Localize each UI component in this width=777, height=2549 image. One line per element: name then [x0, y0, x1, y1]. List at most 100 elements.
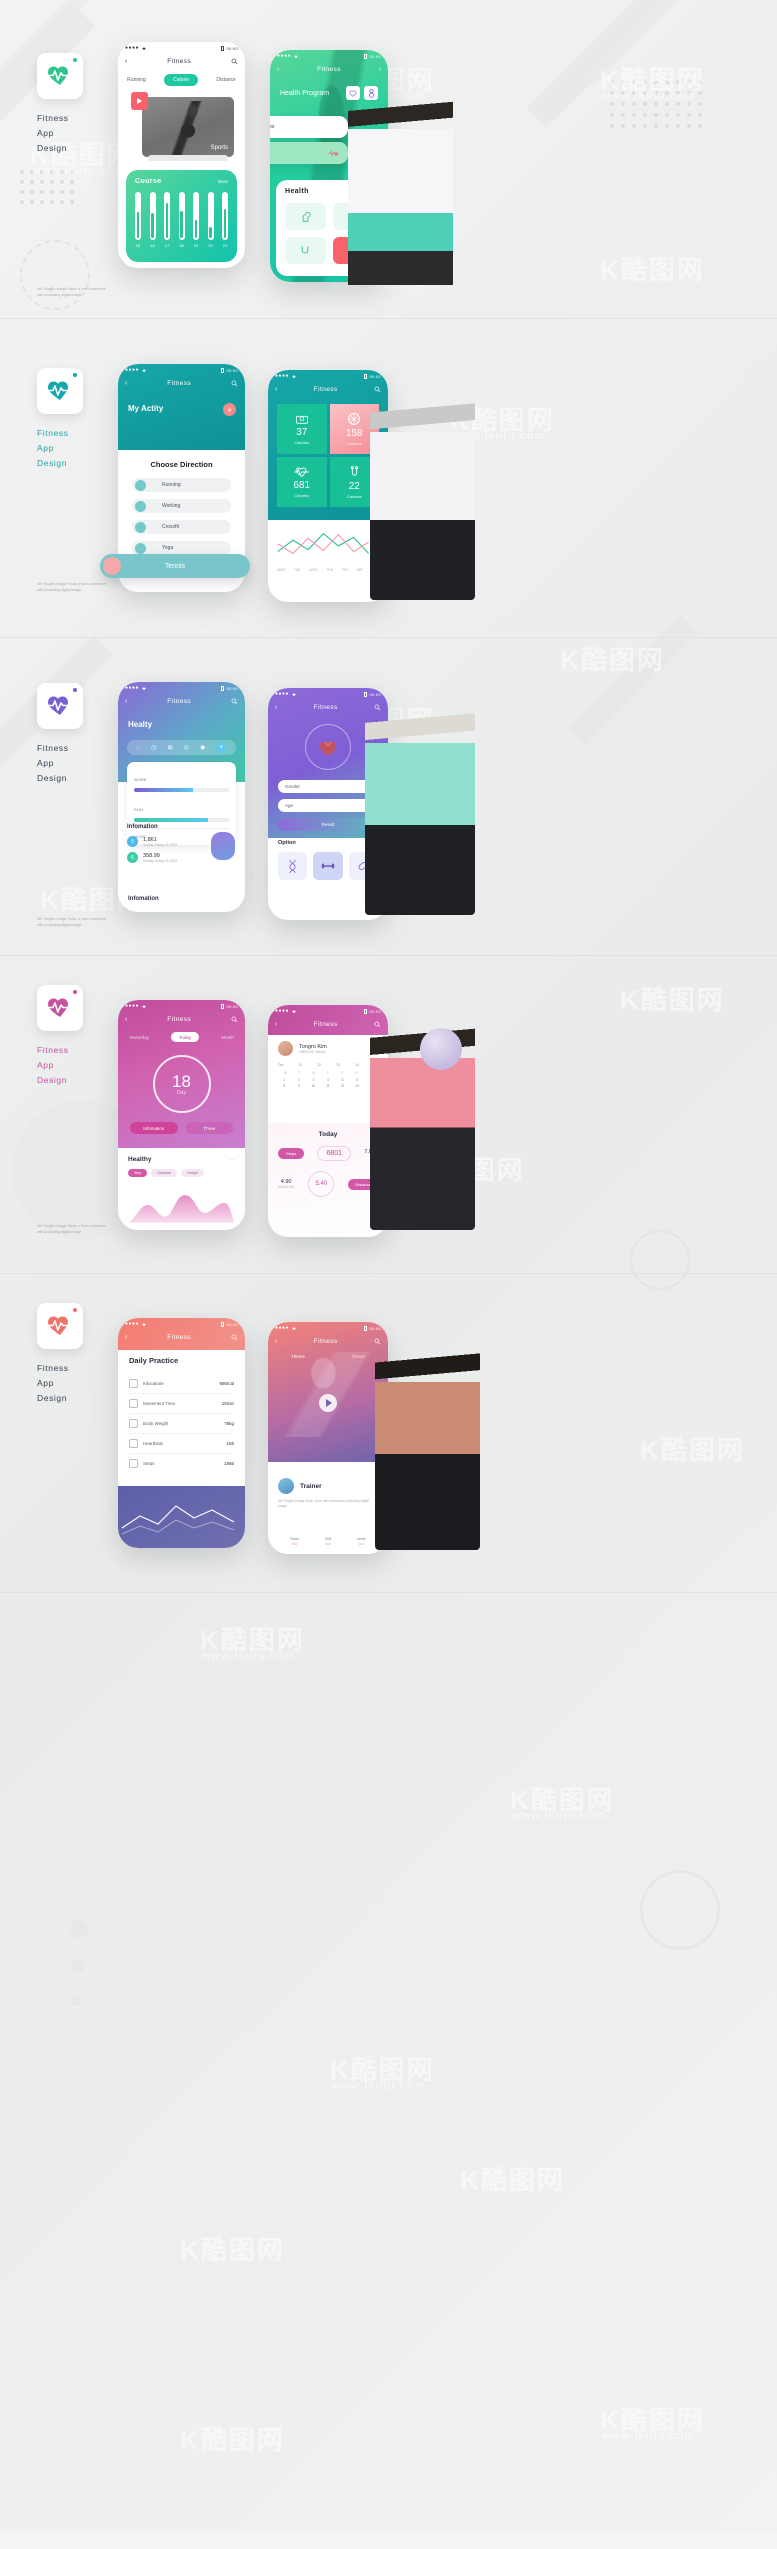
calendar-day[interactable]: 9 [293, 1084, 306, 1088]
battery-icon [364, 373, 368, 379]
calendar-day[interactable]: 4 [322, 1078, 335, 1082]
option-label: Crossfit [162, 524, 179, 530]
calendar-day[interactable]: 6 [351, 1078, 364, 1082]
chip-step[interactable]: Step [128, 1169, 148, 1177]
info-sub: Sunday Spring 18, 2019 [143, 842, 178, 847]
phone-magenta-a: ●●●● 00:00 ‹ Fitness Yesterday Today Mon… [118, 1000, 245, 1230]
info-sub: Sunday Spring 18, 2019 [143, 858, 178, 863]
calendar-day[interactable]: 12 [336, 1084, 349, 1088]
battery-icon [364, 691, 368, 697]
plus-circle-icon: + [226, 404, 233, 415]
field-age[interactable]: Age ⌄ [278, 799, 378, 812]
video-card[interactable]: Sports [142, 97, 234, 157]
chevron-left-icon[interactable]: ‹ [275, 1021, 277, 1028]
menu-card-discover[interactable]: Discover [270, 142, 348, 164]
option-dna[interactable] [278, 852, 308, 880]
metric-steps-button[interactable]: Steps [278, 1148, 305, 1159]
status-right: 00:00 [221, 45, 238, 51]
play-circle-button[interactable] [319, 1394, 337, 1412]
chevron-right-icon[interactable]: › [379, 66, 381, 73]
option-running[interactable]: Running [132, 478, 231, 492]
tab-yesterday[interactable]: Yesterday [129, 1035, 149, 1040]
dots: •••• [291, 1541, 298, 1546]
status-bar: ●●●● 00:00 [118, 42, 245, 54]
tile-jumprope[interactable] [285, 237, 326, 264]
decor-ring-4 [640, 1870, 720, 1950]
trainer-row[interactable]: Trainer [278, 1478, 378, 1494]
day-ring: 18 Day [152, 1055, 211, 1113]
tile-kettlebell[interactable] [285, 203, 326, 230]
button-three[interactable]: Three [185, 1122, 233, 1134]
clock-icon[interactable]: ◷ [151, 744, 156, 751]
tab-running[interactable]: Running [127, 77, 146, 83]
search-icon[interactable] [231, 380, 238, 387]
add-activity-button[interactable]: + [223, 403, 236, 416]
drop-icon[interactable]: ◌ [137, 745, 141, 751]
battery-icon [364, 53, 368, 59]
button-infomation[interactable]: Infomation [130, 1122, 178, 1134]
calendar-day[interactable]: 1 [278, 1078, 291, 1082]
run-icon[interactable]: ◉ [200, 744, 205, 751]
stat-tile-calories-681[interactable]: 681 Calories [277, 457, 327, 507]
tab-calorie[interactable]: Calorie [164, 74, 198, 86]
chevron-left-icon[interactable]: ‹ [125, 380, 127, 387]
chip-distance[interactable]: Distance [151, 1169, 178, 1177]
calendar-day[interactable]: 13 [351, 1084, 364, 1088]
stat-tile-calories-37[interactable]: 37 Calories [277, 404, 327, 454]
chevron-left-icon[interactable]: ‹ [125, 698, 127, 705]
cta-tennis[interactable]: Tennis [100, 554, 250, 578]
tab-distance[interactable]: Distance [216, 77, 235, 83]
tab-theme-1[interactable]: Theme [291, 1354, 305, 1359]
submit-result-button[interactable]: Result [278, 818, 378, 831]
status-left: ●●●● [125, 685, 147, 691]
search-icon[interactable] [231, 1016, 238, 1023]
tab-month[interactable]: Month [221, 1035, 234, 1040]
field-gender[interactable]: Gender ⌄ [278, 780, 378, 793]
search-icon[interactable] [231, 58, 238, 65]
search-icon[interactable] [374, 386, 381, 393]
calendar-day[interactable]: 10 [307, 1084, 320, 1088]
chevron-left-icon[interactable]: ‹ [125, 1016, 127, 1023]
nav-bar: ‹ Fitness [268, 700, 388, 715]
course-more-link[interactable]: More [218, 179, 228, 184]
search-icon[interactable] [231, 1334, 238, 1341]
calendar-day[interactable]: 3 [307, 1078, 320, 1082]
panel-more-icon[interactable]: ··· [229, 1157, 235, 1163]
play-button[interactable] [131, 92, 148, 110]
user-row[interactable]: Tongro Kim 18850218, Female [278, 1041, 378, 1056]
option-yoga[interactable]: Yoga [132, 541, 231, 555]
search-icon[interactable] [231, 698, 238, 705]
healthy-panel: Healthy ··· Step Distance Height [118, 1148, 245, 1230]
flame-icon [129, 1379, 138, 1388]
plus-icon[interactable]: + [216, 742, 227, 753]
chevron-left-icon[interactable]: ‹ [275, 704, 277, 711]
calendar-day[interactable]: 5 [336, 1078, 349, 1082]
chevron-left-icon[interactable]: ‹ [275, 386, 277, 393]
chevron-left-icon[interactable]: ‹ [125, 58, 127, 65]
bike-icon[interactable]: ◎ [184, 744, 189, 751]
fire-icon[interactable]: ◍ [167, 744, 172, 751]
calendar-day[interactable]: 2 [293, 1078, 306, 1082]
decor-dot-a [70, 1920, 88, 1938]
option-working[interactable]: Working [132, 499, 231, 513]
search-icon[interactable] [374, 1021, 381, 1028]
menu-card-guides[interactable]: Fitness Guides [270, 116, 348, 138]
chip-height[interactable]: Height [181, 1169, 204, 1177]
chevron-left-icon[interactable]: ‹ [275, 1338, 277, 1345]
bottom-tab-smile[interactable]: smile •••• [345, 1537, 378, 1546]
tab-today[interactable]: Today [171, 1032, 200, 1042]
user-texts: Tongro Kim 18850218, Female [299, 1044, 327, 1054]
status-bar: ●●●● 00:00 [268, 1005, 388, 1017]
tab-theme-2[interactable]: Theme [351, 1354, 365, 1359]
option-crossfit[interactable]: Crossfit [132, 520, 231, 534]
chevron-left-icon[interactable]: ‹ [125, 1334, 127, 1341]
chevron-left-icon[interactable]: ‹ [277, 66, 279, 73]
bottom-tab-swim[interactable]: Swim •••• [278, 1537, 311, 1546]
search-icon[interactable] [374, 704, 381, 711]
bottom-tab-golf[interactable]: Golf •••• [311, 1537, 344, 1546]
option-dumbbell[interactable] [313, 852, 343, 880]
search-icon[interactable] [374, 1338, 381, 1345]
calendar-day[interactable]: 11 [322, 1084, 335, 1088]
status-right: 00:00 [221, 1003, 238, 1009]
calendar-day[interactable]: 8 [278, 1084, 291, 1088]
